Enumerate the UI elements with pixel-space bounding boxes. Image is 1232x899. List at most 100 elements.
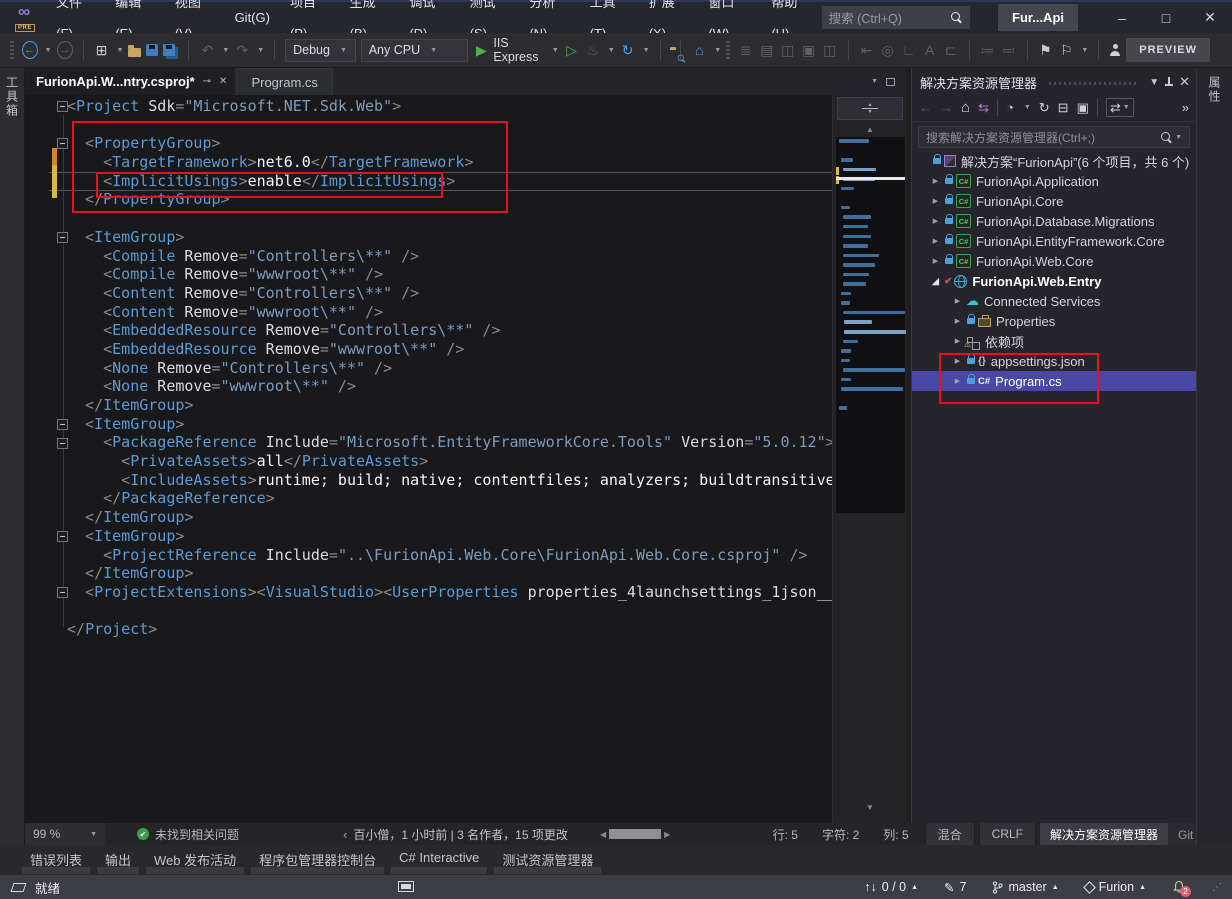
decrease-indent-icon[interactable]: ⇤ — [859, 40, 875, 60]
split-editor-handle[interactable]: ▲▼ — [837, 97, 903, 120]
fold-toggle-icon[interactable] — [57, 232, 68, 243]
properties-tab[interactable]: 属性 — [1206, 76, 1223, 104]
code-line-21[interactable]: <IncludeAssets>runtime; build; native; c… — [25, 471, 832, 490]
home-window-icon[interactable]: ⌂ — [691, 40, 707, 60]
preview-features-button[interactable]: PREVIEW — [1126, 38, 1210, 62]
code-editor[interactable]: <Project Sdk="Microsoft.NET.Sdk.Web"> <P… — [25, 95, 832, 823]
toolbar-grip[interactable] — [726, 41, 730, 59]
zoom-select[interactable]: 99 %▼ — [25, 823, 105, 845]
tree-item-FurionApi.Application[interactable]: ▶FurionApi.Application — [912, 171, 1196, 191]
window-position-dropdown-icon[interactable]: ▼ — [1149, 77, 1159, 88]
tree-item-Connected Services[interactable]: ▶Connected Services — [912, 291, 1196, 311]
fold-toggle-icon[interactable] — [57, 438, 68, 449]
pending-changes-filter-icon[interactable]: ◔ — [1006, 100, 1014, 115]
expand-arrow-icon[interactable]: ▶ — [929, 237, 942, 245]
fold-toggle-icon[interactable] — [57, 587, 68, 598]
encoding-indicator[interactable]: 混合 — [925, 823, 975, 845]
tab-csproj[interactable]: FurionApi.W...ntry.csproj* ⊸ ✕ — [25, 68, 234, 95]
toolbox-tab[interactable]: 工具箱 — [4, 76, 21, 118]
search-icon[interactable] — [1160, 131, 1173, 144]
redo-dropdown-icon[interactable]: ▼ — [257, 47, 264, 54]
start-without-debugging-icon[interactable]: ▷ — [564, 40, 580, 60]
save-all-icon[interactable] — [163, 44, 175, 56]
code-line-24[interactable]: <ItemGroup> — [25, 527, 832, 546]
notifications-button[interactable]: 2 — [1172, 880, 1186, 894]
code-line-29[interactable]: </Project> — [25, 620, 832, 639]
hot-reload-dropdown-icon[interactable]: ▼ — [608, 47, 615, 54]
refresh-icon[interactable]: ↻ — [1039, 100, 1050, 116]
collapse-arrow-icon[interactable]: ◢ — [929, 276, 942, 287]
fold-toggle-icon[interactable] — [57, 138, 68, 149]
code-line-13[interactable]: <EmbeddedResource Remove="Controllers\**… — [25, 321, 832, 340]
panel-drag-grip[interactable] — [1049, 82, 1137, 85]
code-line-25[interactable]: <ProjectReference Include="..\FurionApi.… — [25, 546, 832, 565]
new-project-dropdown-icon[interactable]: ▼ — [117, 47, 124, 54]
code-map-icon[interactable]: ◫ — [822, 40, 838, 60]
code-line-17[interactable]: </ItemGroup> — [25, 396, 832, 415]
tree-item-Properties[interactable]: ▶Properties — [912, 311, 1196, 331]
search-options-dropdown-icon[interactable]: ▼ — [1175, 134, 1182, 141]
menu-Git(G)[interactable]: Git(G) — [225, 2, 280, 33]
background-tasks-icon[interactable] — [11, 883, 27, 892]
quick-search-box[interactable]: 搜索 (Ctrl+Q) — [822, 6, 970, 29]
expand-arrow-icon[interactable]: ▶ — [951, 297, 964, 305]
tree-item-FurionApi.Core[interactable]: ▶FurionApi.Core — [912, 191, 1196, 211]
tab-list-dropdown-icon[interactable]: ▼ — [871, 78, 878, 85]
code-line-16[interactable]: <None Remove="wwwroot\**" /> — [25, 377, 832, 396]
code-line-9[interactable]: <Compile Remove="Controllers\**" /> — [25, 247, 832, 266]
filter-dropdown-icon[interactable]: ▼ — [1024, 104, 1031, 111]
tree-item-FurionApi.Web.Core[interactable]: ▶FurionApi.Web.Core — [912, 251, 1196, 271]
explorer-home-icon[interactable]: ⌂ — [961, 99, 970, 116]
switch-views-icon[interactable]: ⇆ — [978, 100, 989, 116]
uncomment-icon[interactable]: ≕ — [1001, 40, 1017, 60]
code-line-18[interactable]: <ItemGroup> — [25, 415, 832, 434]
navigate-forward-icon[interactable]: → — [57, 41, 73, 59]
code-line-11[interactable]: <Content Remove="Controllers\**" /> — [25, 284, 832, 303]
collapse-all-icon[interactable]: ⊟ — [1058, 100, 1069, 116]
code-line-19[interactable]: <PackageReference Include="Microsoft.Ent… — [25, 433, 832, 452]
solution-explorer-title-bar[interactable]: 解决方案资源管理器 ▼ ✕ — [912, 68, 1196, 94]
resize-grip[interactable]: ⋰ — [1212, 882, 1220, 893]
minimize-button[interactable]: – — [1100, 2, 1144, 33]
expand-arrow-icon[interactable]: ▶ — [929, 177, 942, 185]
fold-toggle-icon[interactable] — [57, 531, 68, 542]
task-list-icon[interactable]: ≣ — [738, 40, 754, 60]
navigate-back-icon[interactable]: ← — [22, 41, 38, 59]
new-project-icon[interactable]: ⊞ — [94, 40, 110, 60]
undo-dropdown-icon[interactable]: ▼ — [222, 47, 229, 54]
breakpoint-margin-icon[interactable]: ∟ — [901, 40, 917, 60]
fold-toggle-icon[interactable] — [57, 101, 68, 112]
scroll-right-icon[interactable]: ▶ — [664, 830, 670, 839]
expand-arrow-icon[interactable]: ▶ — [929, 197, 942, 205]
minimap[interactable] — [836, 137, 905, 513]
expand-arrow-icon[interactable]: ▶ — [951, 317, 964, 325]
solution-configuration-select[interactable]: Debug▼ — [285, 39, 356, 62]
toolbar-grip[interactable] — [10, 41, 14, 59]
tree-item-FurionApi.Web.Entry[interactable]: ◢FurionApi.Web.Entry — [912, 271, 1196, 291]
fold-toggle-icon[interactable] — [57, 419, 68, 430]
restart-app-icon[interactable]: ↻ — [620, 40, 636, 60]
panel-tab-C# Interactive[interactable]: C# Interactive — [396, 845, 482, 877]
scroll-left-icon[interactable]: ◀ — [600, 830, 606, 839]
pin-panel-icon[interactable] — [1165, 77, 1173, 88]
close-tab-icon[interactable]: ✕ — [219, 76, 227, 87]
open-file-icon[interactable] — [128, 48, 141, 57]
toolbar-overflow-icon[interactable]: » — [1182, 100, 1189, 115]
scroll-up-icon[interactable]: ▲ — [833, 125, 907, 134]
code-line-15[interactable]: <None Remove="Controllers\**" /> — [25, 359, 832, 378]
tree-item-FurionApi.EntityFramework.Core[interactable]: ▶FurionApi.EntityFramework.Core — [912, 231, 1196, 251]
bookmark-dropdown-icon[interactable]: ▼ — [1081, 47, 1088, 54]
document-health-indicator[interactable]: ✔ 未找到相关问题 — [137, 823, 239, 845]
code-line-1[interactable]: <Project Sdk="Microsoft.NET.Sdk.Web"> — [25, 97, 832, 116]
code-line-10[interactable]: <Compile Remove="wwwroot\**" /> — [25, 265, 832, 284]
search-icon[interactable] — [950, 11, 963, 24]
expand-arrow-icon[interactable]: ▶ — [929, 217, 942, 225]
home-dropdown-icon[interactable]: ▼ — [714, 47, 721, 54]
hot-reload-icon[interactable]: ♨ — [585, 40, 601, 60]
git-repository-status[interactable]: Furion ▲ — [1085, 880, 1146, 894]
undo-icon[interactable]: ↶ — [199, 40, 215, 60]
tool-tab-解决方案资源管理器[interactable]: 解决方案资源管理器 — [1040, 823, 1168, 845]
task-center-icon[interactable] — [398, 881, 414, 892]
scrollbar-thumb[interactable] — [609, 829, 661, 839]
code-line-14[interactable]: <EmbeddedResource Remove="wwwroot\**" /> — [25, 340, 832, 359]
